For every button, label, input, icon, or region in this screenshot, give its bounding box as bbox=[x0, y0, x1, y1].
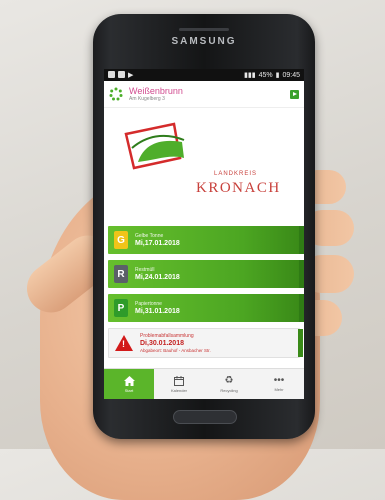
tab-label: Start bbox=[124, 387, 134, 393]
screen: ▶ ▮▮▮ 45% ▮ 09:45 Weißenbrunn Am Kugelbe… bbox=[104, 69, 304, 399]
event-item-gelbe-tonne[interactable]: G Gelbe Tonne Mi,17.01.2018 bbox=[108, 226, 304, 254]
warning-icon-glyph: ! bbox=[122, 339, 125, 349]
play-icon: ▶ bbox=[128, 72, 134, 79]
logo-big-text: KRONACH bbox=[196, 180, 281, 196]
event-type: Restmüll bbox=[135, 267, 155, 273]
battery-icon: ▮ bbox=[275, 72, 280, 79]
landkreis-emblem-icon bbox=[124, 122, 185, 170]
event-item-papiertonne[interactable]: P Papiertonne Mi,31.01.2018 bbox=[108, 294, 304, 322]
tab-mehr[interactable]: ••• Mehr bbox=[254, 369, 304, 399]
home-button[interactable] bbox=[173, 410, 237, 424]
tab-label: Mehr bbox=[274, 386, 284, 392]
event-item-problemabfall[interactable]: ! Problemabfallsammlung Di,30.01.2018 Ab… bbox=[108, 328, 303, 358]
event-list: G Gelbe Tonne Mi,17.01.2018 R Restmüll M… bbox=[104, 226, 304, 358]
earpiece bbox=[179, 28, 229, 31]
logo-small-text: LANDKREIS bbox=[214, 171, 258, 177]
event-note: Abgabeort: Bauhof - Ansbacher Str. bbox=[140, 348, 211, 353]
phone: SAMSUNG ▶ ▮▮▮ 45% ▮ 09:45 Weißenbrunn Am… bbox=[93, 14, 315, 439]
location-subtitle: Am Kugelberg 3 bbox=[129, 96, 165, 102]
recycle-icon: ♻ bbox=[224, 375, 234, 386]
event-date: Mi,31.01.2018 bbox=[135, 308, 180, 315]
notification-icon bbox=[118, 71, 125, 78]
tab-kalender[interactable]: Kalender bbox=[154, 369, 204, 399]
app-header: Weißenbrunn Am Kugelberg 3 bbox=[104, 81, 304, 108]
next-icon[interactable] bbox=[290, 89, 299, 99]
home-icon bbox=[123, 375, 135, 386]
tab-label: Kalender bbox=[170, 387, 187, 393]
restmuell-icon: R bbox=[114, 265, 128, 283]
event-type: Problemabfallsammlung bbox=[140, 333, 194, 339]
battery-level: 45% bbox=[258, 71, 273, 79]
app-logo-icon bbox=[109, 87, 123, 101]
gelbe-tonne-icon: G bbox=[114, 231, 128, 249]
brand-label: SAMSUNG bbox=[171, 36, 237, 47]
event-date: Mi,24.01.2018 bbox=[135, 274, 180, 281]
warning-icon: ! bbox=[115, 335, 133, 351]
papiertonne-icon: P bbox=[114, 299, 128, 317]
event-date: Di,30.01.2018 bbox=[140, 340, 184, 347]
event-type: Papiertonne bbox=[135, 301, 162, 307]
event-type: Gelbe Tonne bbox=[135, 233, 164, 239]
signal-icon: ▮▮▮ bbox=[244, 72, 256, 79]
tab-label: Recycling bbox=[220, 388, 238, 393]
calendar-icon bbox=[174, 375, 184, 386]
more-icon: ••• bbox=[273, 374, 285, 386]
tab-start[interactable]: Start bbox=[104, 369, 154, 399]
notification-icon bbox=[108, 71, 115, 78]
location-title[interactable]: Weißenbrunn bbox=[129, 86, 183, 96]
event-item-restmuell[interactable]: R Restmüll Mi,24.01.2018 bbox=[108, 260, 304, 288]
landkreis-logo: LANDKREIS KRONACH bbox=[104, 108, 304, 226]
bottom-tab-bar: Start Kalender ♻ Recycling ••• Mehr bbox=[104, 368, 304, 399]
tab-recycling[interactable]: ♻ Recycling bbox=[204, 369, 254, 399]
status-bar: ▶ ▮▮▮ 45% ▮ 09:45 bbox=[104, 69, 304, 81]
event-date: Mi,17.01.2018 bbox=[135, 240, 180, 247]
status-time: 09:45 bbox=[282, 71, 300, 79]
